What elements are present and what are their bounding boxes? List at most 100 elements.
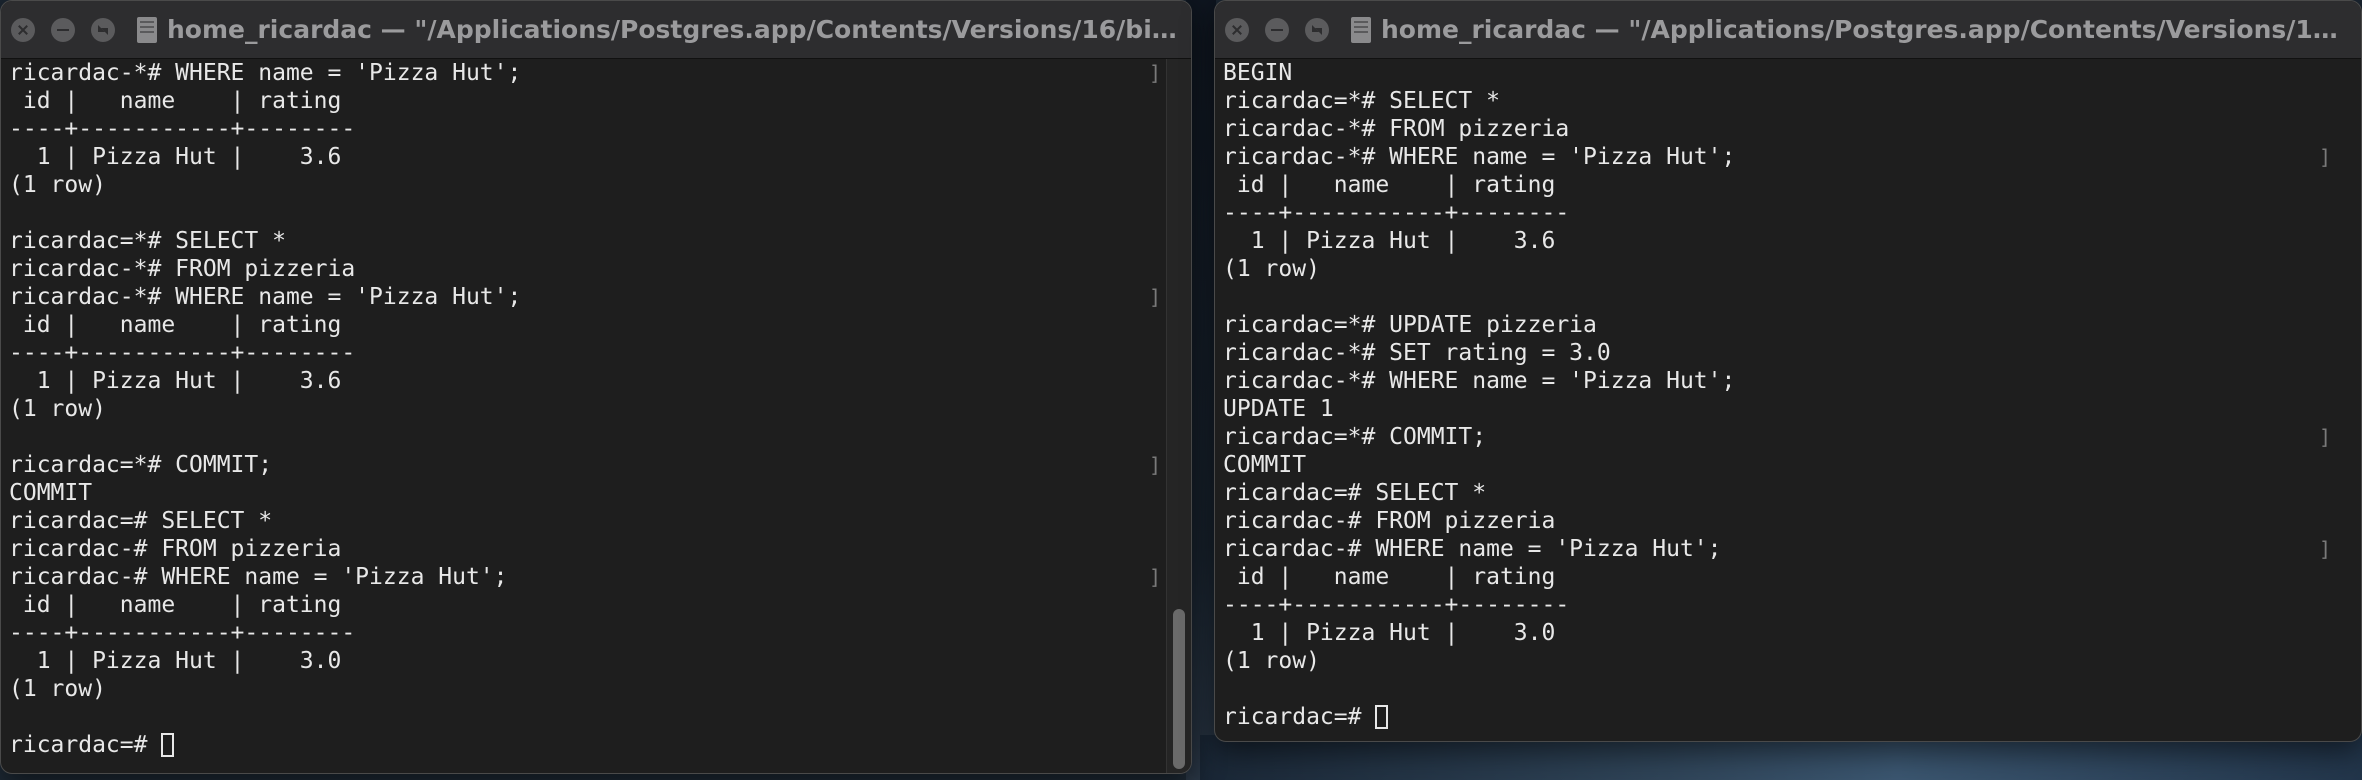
line-mark-icon: ] [2318, 425, 2331, 449]
terminal-line-text: UPDATE 1 [1223, 396, 1334, 422]
terminal-line: ricardac=*# UPDATE pizzeria [1223, 311, 2353, 339]
terminal-line-text: 1 | Pizza Hut | 3.0 [9, 648, 342, 674]
terminal-document-icon [137, 16, 157, 43]
minimize-icon[interactable] [51, 17, 75, 42]
terminal-line: ricardac-*# WHERE name = 'Pizza Hut';] [9, 59, 1183, 87]
terminal-line-text: 1 | Pizza Hut | 3.6 [9, 368, 342, 394]
terminal-line: 1 | Pizza Hut | 3.0 [1223, 619, 2353, 647]
window-title: home_ricardac — "/Applications/Postgres.… [167, 15, 1191, 44]
window-title: home_ricardac — "/Applications/Postgres.… [1381, 15, 2361, 44]
terminal-line: ricardac-# WHERE name = 'Pizza Hut';] [1223, 535, 2353, 563]
terminal-line-text: ricardac-*# WHERE name = 'Pizza Hut'; [9, 60, 522, 86]
terminal-line-text: ricardac=*# UPDATE pizzeria [1223, 312, 1597, 338]
terminal-line-text: ricardac-*# WHERE name = 'Pizza Hut'; [1223, 368, 1736, 394]
terminal-line-text: id | name | rating [1223, 564, 1556, 590]
terminal-line-text: ----+-----------+-------- [1223, 592, 1570, 618]
terminal-line-text: ricardac=*# SELECT * [9, 228, 286, 254]
terminal-line-text: ricardac=# SELECT * [1223, 480, 1487, 506]
terminal-line-text: id | name | rating [1223, 172, 1556, 198]
terminal-line: 1 | Pizza Hut | 3.6 [1223, 227, 2353, 255]
terminal-line: id | name | rating [1223, 171, 2353, 199]
terminal-line: (1 row) [1223, 647, 2353, 675]
close-icon[interactable] [1225, 17, 1249, 42]
terminal-line-text: ricardac-# WHERE name = 'Pizza Hut'; [9, 564, 508, 590]
terminal-output[interactable]: ricardac-*# WHERE name = 'Pizza Hut';] i… [1, 59, 1191, 773]
terminal-scrollbar[interactable] [1166, 59, 1191, 773]
terminal-line-text: ricardac-*# FROM pizzeria [9, 256, 356, 282]
terminal-line-text: (1 row) [9, 396, 106, 422]
terminal-line: ----+-----------+-------- [1223, 591, 2353, 619]
terminal-line-text: COMMIT [9, 480, 93, 506]
terminal-output[interactable]: BEGIN ricardac=*# SELECT * ricardac-*# FRO… [1215, 59, 2361, 741]
terminal-line-text: ricardac-# FROM pizzeria [9, 536, 342, 562]
terminal-line-text: ----+-----------+-------- [9, 340, 356, 366]
terminal-line-text: (1 row) [9, 676, 106, 702]
line-mark-icon: ] [2318, 145, 2331, 169]
terminal-line-text: (1 row) [1223, 648, 1320, 674]
terminal-line: ricardac-# FROM pizzeria [1223, 507, 2353, 535]
terminal-line-text: (1 row) [1223, 256, 1320, 282]
terminal-line-text: ricardac=*# COMMIT; [1223, 424, 1487, 450]
terminal-line-text: id | name | rating [9, 312, 342, 338]
terminal-line: (1 row) [9, 395, 1183, 423]
terminal-line-text: 1 | Pizza Hut | 3.0 [1223, 620, 1556, 646]
terminal-line: id | name | rating [9, 311, 1183, 339]
terminal-line: ricardac-*# WHERE name = 'Pizza Hut';] [1223, 143, 2353, 171]
terminal-line-text: BEGIN [1223, 60, 1293, 86]
text-cursor[interactable] [1375, 705, 1389, 729]
terminal-line: (1 row) [9, 171, 1183, 199]
terminal-line: ricardac-*# FROM pizzeria [9, 255, 1183, 283]
line-mark-icon: ] [1148, 453, 1161, 477]
scrollbar-thumb[interactable] [1173, 608, 1185, 769]
terminal-line-text: 1 | Pizza Hut | 3.6 [1223, 228, 1556, 254]
terminal-line: id | name | rating [1223, 563, 2353, 591]
zoom-icon[interactable] [1305, 17, 1329, 42]
terminal-line-text: 1 | Pizza Hut | 3.6 [9, 144, 342, 170]
terminal-line-text: (1 row) [9, 172, 106, 198]
close-icon[interactable] [11, 17, 35, 42]
terminal-line: ricardac-*# WHERE name = 'Pizza Hut'; [1223, 367, 2353, 395]
terminal-line-text: COMMIT [1223, 452, 1307, 478]
line-mark-icon: ] [1148, 565, 1161, 589]
zoom-icon[interactable] [91, 17, 115, 42]
terminal-line-text: ----+-----------+-------- [9, 116, 356, 142]
terminal-line-text: ricardac-*# WHERE name = 'Pizza Hut'; [9, 284, 522, 310]
line-mark-icon: ] [1148, 285, 1161, 309]
terminal-line: ricardac=# SELECT * [9, 507, 1183, 535]
prompt-line[interactable]: ricardac=# [1223, 703, 2353, 731]
line-mark-icon: ] [1148, 61, 1161, 85]
terminal-line-text: ricardac=*# COMMIT; [9, 452, 273, 478]
terminal-line-text: ricardac-# FROM pizzeria [1223, 508, 1556, 534]
terminal-line: (1 row) [9, 675, 1183, 703]
terminal-line: ricardac-*# SET rating = 3.0 [1223, 339, 2353, 367]
terminal-line-text: ricardac-*# WHERE name = 'Pizza Hut'; [1223, 144, 1736, 170]
terminal-line: COMMIT [1223, 451, 2353, 479]
prompt-text: ricardac=# [1223, 704, 1376, 730]
terminal-line-text: ----+-----------+-------- [1223, 200, 1570, 226]
terminal-line: ricardac-*# FROM pizzeria [1223, 115, 2353, 143]
terminal-line: id | name | rating [9, 87, 1183, 115]
window-titlebar[interactable]: home_ricardac — "/Applications/Postgres.… [1, 1, 1191, 59]
terminal-line-text: ricardac-# WHERE name = 'Pizza Hut'; [1223, 536, 1722, 562]
terminal-line: ricardac=*# COMMIT;] [9, 451, 1183, 479]
terminal-line: ----+-----------+-------- [9, 339, 1183, 367]
terminal-line: (1 row) [1223, 255, 2353, 283]
terminal-line: BEGIN [1223, 59, 2353, 87]
terminal-window-right[interactable]: home_ricardac — "/Applications/Postgres.… [1214, 0, 2362, 742]
terminal-line-text: id | name | rating [9, 88, 342, 114]
terminal-line: ----+-----------+-------- [9, 115, 1183, 143]
terminal-line-text: ricardac-*# FROM pizzeria [1223, 116, 1570, 142]
prompt-line[interactable]: ricardac=# [9, 731, 1183, 759]
terminal-window-left[interactable]: home_ricardac — "/Applications/Postgres.… [0, 0, 1192, 774]
text-cursor[interactable] [161, 733, 175, 757]
terminal-line: 1 | Pizza Hut | 3.0 [9, 647, 1183, 675]
minimize-icon[interactable] [1265, 17, 1289, 42]
terminal-line: ----+-----------+-------- [9, 619, 1183, 647]
prompt-text: ricardac=# [9, 732, 162, 758]
terminal-line: ricardac=*# COMMIT;] [1223, 423, 2353, 451]
terminal-line: ----+-----------+-------- [1223, 199, 2353, 227]
window-titlebar[interactable]: home_ricardac — "/Applications/Postgres.… [1215, 1, 2361, 59]
